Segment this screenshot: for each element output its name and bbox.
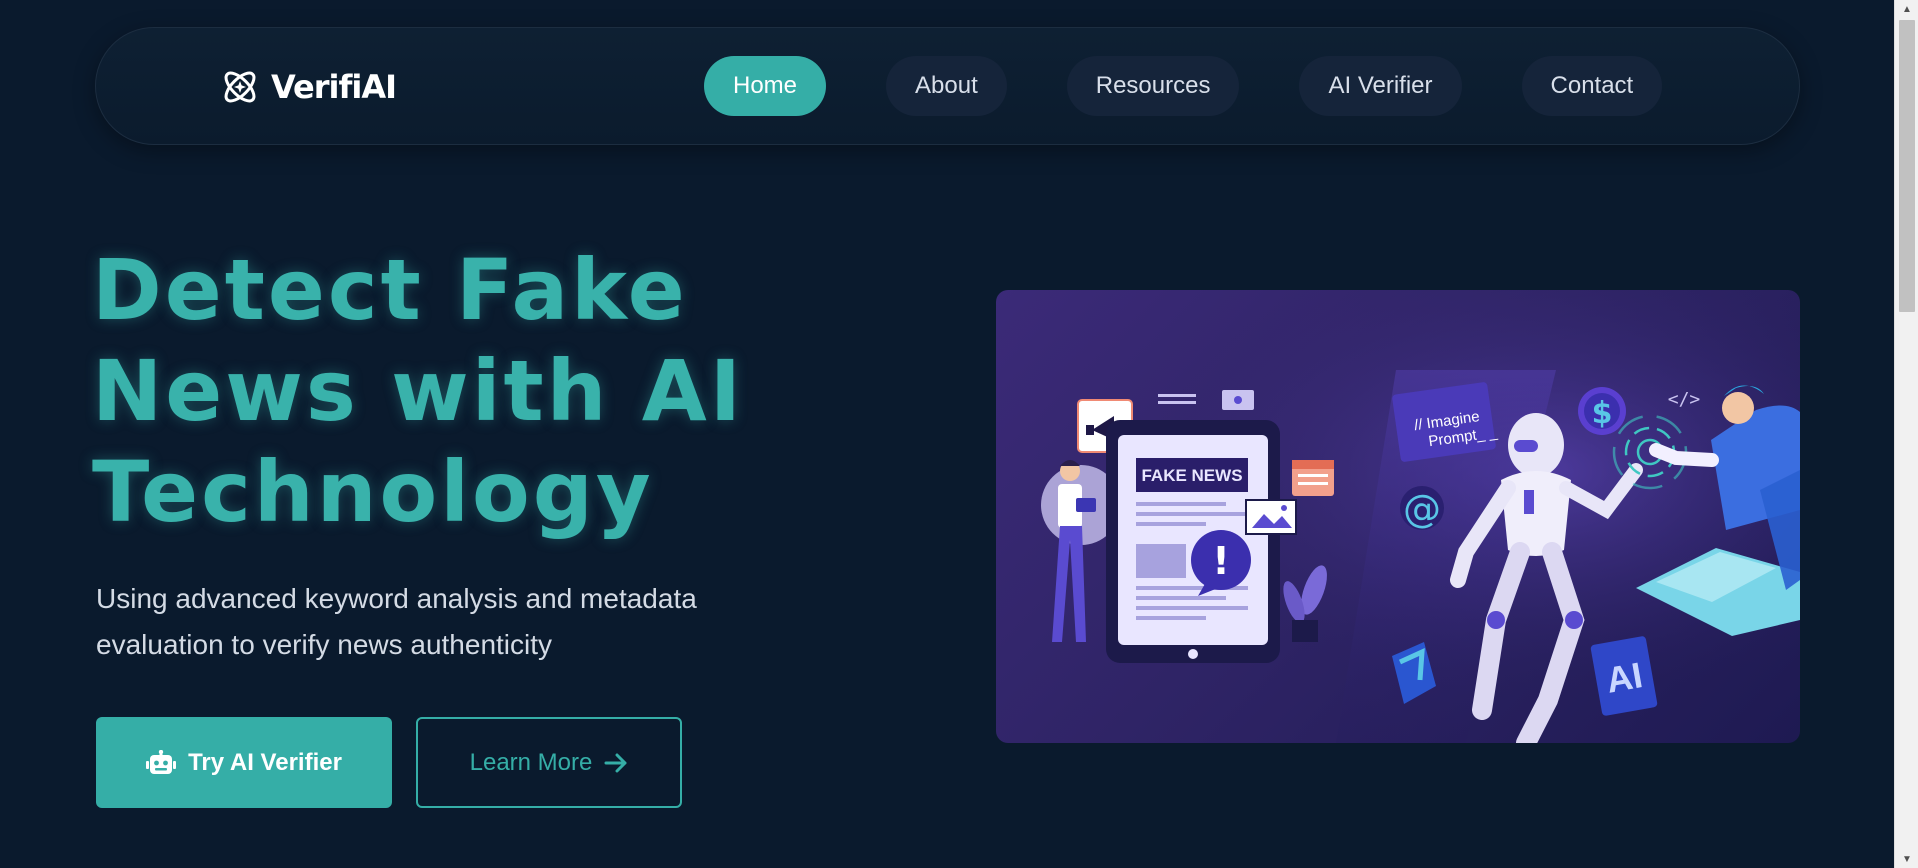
ai-chip-label: AI [1603,654,1646,701]
arrow-right-icon [604,753,627,772]
scroll-thumb[interactable] [1899,20,1915,312]
vertical-scrollbar[interactable]: ▲ ▼ [1894,0,1918,868]
scroll-up-arrow-icon[interactable]: ▲ [1895,0,1918,18]
robot-icon [146,749,177,774]
tablet-device: FAKE NEWS [1106,420,1280,663]
try-ai-verifier-label: Try AI Verifier [188,748,342,776]
nav-resources[interactable]: Resources [1066,56,1240,116]
try-ai-verifier-button[interactable]: Try AI Verifier [96,717,392,808]
hero-subtitle: Using advanced keyword analysis and meta… [96,583,697,660]
learn-more-button[interactable]: Learn More [416,717,682,808]
nav-contact[interactable]: Contact [1521,56,1663,116]
nav-ai-verifier[interactable]: AI Verifier [1299,56,1462,116]
image-card-icon [1245,499,1297,535]
at-symbol-icon: @ [1403,487,1441,531]
page: VerifiAI Home About Resources AI Verifie… [0,0,1918,868]
hero-illustration: FAKE NEWS ! // Imagine Prompt_ _ @ $ </>… [996,290,1800,743]
navbar: VerifiAI Home About Resources AI Verifie… [95,27,1800,145]
fake-news-label: FAKE NEWS [1141,466,1242,485]
code-symbol-icon: </> [1668,389,1701,410]
learn-more-label: Learn More [469,748,593,776]
nav-about[interactable]: About [886,56,1007,116]
calendar-icon [1292,460,1334,496]
scroll-down-arrow-icon[interactable]: ▼ [1895,850,1918,868]
nav-links: Home About Resources AI Verifier Contact [704,56,1663,116]
hero-title: Detect Fake News with AI Technology [92,241,744,541]
brand-logo-link[interactable]: VerifiAI [219,62,397,112]
nav-home[interactable]: Home [704,56,827,116]
alert-symbol: ! [1212,539,1229,583]
prompt-card: // Imagine Prompt_ _ [1392,382,1499,462]
dollar-coin-icon: $ [1592,396,1613,431]
atom-sparkle-icon [224,71,256,103]
brand-name: VerifiAI [271,68,397,106]
